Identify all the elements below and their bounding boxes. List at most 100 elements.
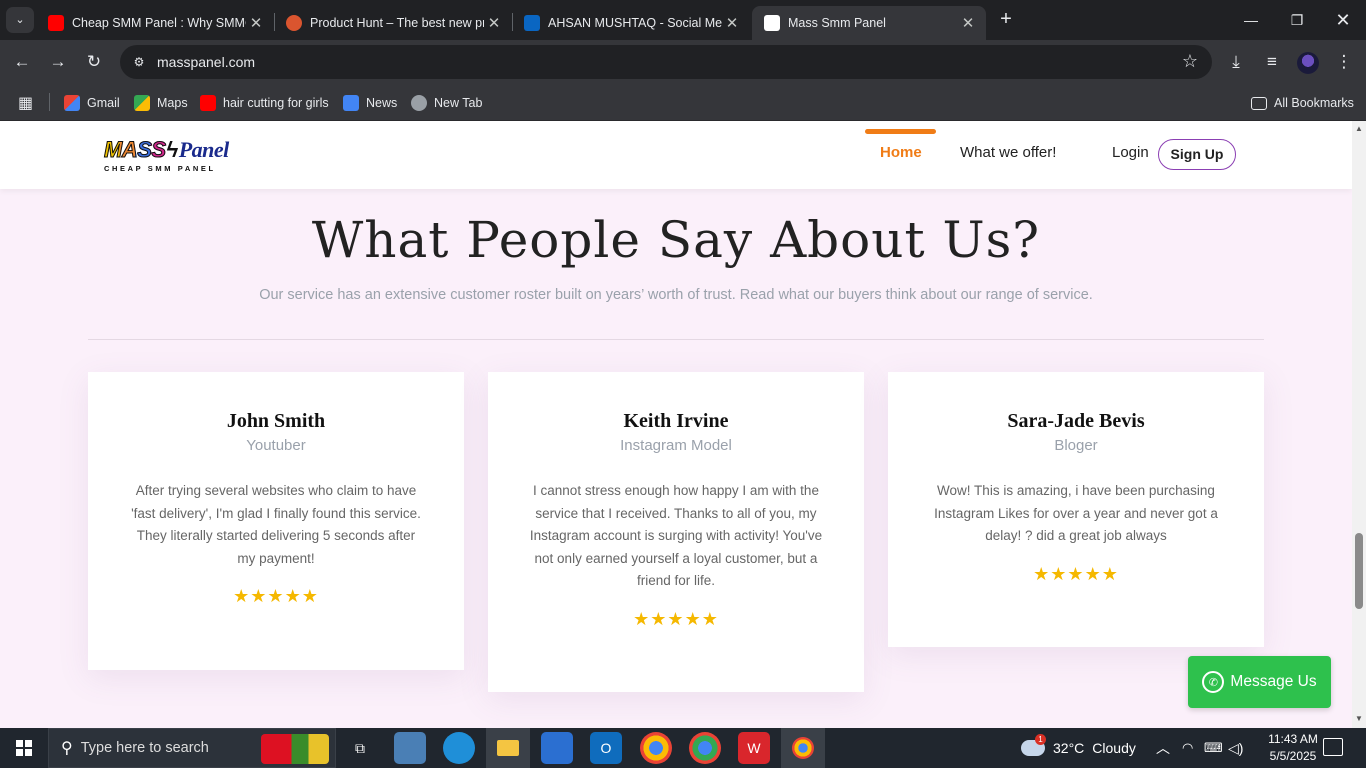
reload-button[interactable]: ↻ [80,48,108,76]
bookmark-star-icon[interactable]: ☆ [1182,51,1198,72]
restore-button[interactable]: ❐ [1274,0,1320,40]
review-text: Wow! This is amazing, i have been purcha… [934,483,1218,543]
media-control-icon[interactable]: ≡ [1258,48,1286,76]
review-text: I cannot stress enough how happy I am wi… [529,483,823,588]
scroll-thumb[interactable] [1355,533,1363,609]
testimonial-card: Keith Irvine Instagram Model I cannot st… [488,372,864,692]
wps-office-icon[interactable]: W [738,732,770,764]
back-button[interactable]: ← [8,48,36,76]
bookmark-label: Gmail [87,96,120,110]
news-icon [343,95,359,111]
taskbar-search-box[interactable]: ⚲ Type here to search [48,728,336,768]
all-bookmarks-label: All Bookmarks [1274,96,1354,110]
weather-badge: 1 [1035,734,1046,745]
folder-icon [1251,96,1267,110]
globe-icon [411,95,427,111]
new-tab-button[interactable]: + [994,8,1018,32]
logo-tagline: CHEAP SMM PANEL [104,164,216,173]
reviewer-role: Instagram Model [620,437,732,454]
bookmark-label: News [366,96,398,110]
start-button[interactable] [0,728,48,768]
product-hunt-icon [286,15,302,31]
forward-button[interactable]: → [44,48,72,76]
tab-title: Product Hunt – The best new pr [310,16,484,30]
close-icon[interactable]: ✕ [246,14,266,32]
close-icon[interactable]: ✕ [722,14,742,32]
bookmark-gmail[interactable]: Gmail [64,93,120,113]
task-view-icon[interactable]: ⧉ [344,732,376,764]
bookmark-new-tab[interactable]: New Tab [411,93,482,113]
testimonial-card: Sara-Jade Bevis Bloger Wow! This is amaz… [888,372,1264,647]
bookmark-news[interactable]: News [343,93,397,113]
weather-widget[interactable]: 1 32°C Cloudy [1021,728,1136,768]
notification-icon[interactable] [1323,738,1343,756]
all-bookmarks-button[interactable]: All Bookmarks [1251,93,1354,113]
file-explorer-icon[interactable] [486,728,530,768]
browser-toolbar: ← → ↻ ⚙ masspanel.com ☆ ⤓ ≡ ⋮ [0,40,1366,85]
masspanel-favicon-icon [764,15,780,31]
weather-condition: Cloudy [1092,740,1136,756]
bookmark-maps[interactable]: Maps [134,93,188,113]
tab-product-hunt[interactable]: Product Hunt – The best new pr ✕ [274,6,512,40]
wifi-icon[interactable]: ◠ [1182,728,1193,768]
chrome-profile-icon[interactable] [689,732,721,764]
site-info-icon[interactable]: ⚙ [130,53,148,71]
computer-app-icon[interactable] [394,732,426,764]
nav-what-we-offer[interactable]: What we offer! [960,144,1056,161]
clock-date: 5/5/2025 [1269,749,1317,763]
taskbar-clock[interactable]: 11:43 AM 5/5/2025 [1254,731,1332,765]
star-rating-icon: ★★★★★ [633,608,719,629]
bookmark-hair-cutting[interactable]: hair cutting for girls [200,93,329,113]
scroll-down-arrow-icon[interactable]: ▼ [1355,715,1363,723]
download-icon[interactable]: ⤓ [1222,48,1250,76]
chrome-active-icon[interactable] [781,728,825,768]
chrome-icon[interactable] [640,732,672,764]
close-icon[interactable]: ✕ [958,14,978,32]
volume-icon[interactable]: ◁) [1228,728,1243,768]
section-title: What People Say About Us? [311,211,1041,269]
site-logo[interactable]: MASS ϟ Panel CHEAP SMM PANEL [104,137,230,175]
search-placeholder: Type here to search [80,740,209,756]
tab-linkedin[interactable]: AHSAN MUSHTAQ - Social Medi ✕ [512,6,750,40]
minimize-button[interactable]: — [1228,0,1274,40]
reviewer-name: Keith Irvine [623,410,729,432]
tab-title: Cheap SMM Panel : Why SMMC [72,16,246,30]
whatsapp-message-button[interactable]: ✆ Message Us [1188,656,1331,708]
tab-mass-smm-panel[interactable]: Mass Smm Panel ✕ [752,6,986,40]
signup-button[interactable]: Sign Up [1158,139,1236,170]
outlook-icon[interactable]: O [590,732,622,764]
search-highlight-icon [261,734,329,764]
profile-avatar[interactable] [1297,52,1319,74]
reviewer-role: Bloger [1054,437,1098,454]
tab-search-button[interactable]: ⌄ [6,7,34,33]
bookmark-label: hair cutting for girls [223,96,329,110]
search-icon: ⚲ [61,740,73,757]
nav-login[interactable]: Login [1112,144,1149,161]
page-viewport: MASS ϟ Panel CHEAP SMM PANEL Home What w… [0,121,1352,728]
page-scrollbar[interactable]: ▲ ▼ [1352,121,1366,728]
reviewer-name: Sara-Jade Bevis [1007,410,1145,432]
store-icon[interactable] [541,732,573,764]
cloud-icon: 1 [1021,734,1046,756]
lightning-icon: ϟ [166,137,179,162]
youtube-icon [48,15,64,31]
language-icon[interactable]: ⌨ [1204,728,1223,768]
address-bar[interactable]: ⚙ masspanel.com ☆ [120,45,1212,79]
edge-icon[interactable] [443,732,475,764]
tab-cheap-smm[interactable]: Cheap SMM Panel : Why SMMC ✕ [36,6,274,40]
menu-icon[interactable]: ⋮ [1330,48,1358,76]
url-text: masspanel.com [157,54,256,70]
tab-strip: ⌄ Cheap SMM Panel : Why SMMC ✕ Product H… [0,0,1366,40]
nav-home[interactable]: Home [880,144,922,161]
site-header: MASS ϟ Panel CHEAP SMM PANEL Home What w… [0,121,1352,189]
tab-title: AHSAN MUSHTAQ - Social Medi [548,16,722,30]
tray-chevron-icon[interactable]: ︿ [1156,728,1170,768]
close-window-button[interactable]: ✕ [1320,0,1366,40]
apps-grid-icon[interactable]: ▦ [18,93,33,113]
close-icon[interactable]: ✕ [484,14,504,32]
logo-panel-text: Panel [178,137,230,162]
star-rating-icon: ★★★★★ [233,586,319,606]
testimonial-card: John Smith Youtuber After trying several… [88,372,464,670]
scroll-up-arrow-icon[interactable]: ▲ [1355,125,1363,133]
maps-icon [134,95,150,111]
